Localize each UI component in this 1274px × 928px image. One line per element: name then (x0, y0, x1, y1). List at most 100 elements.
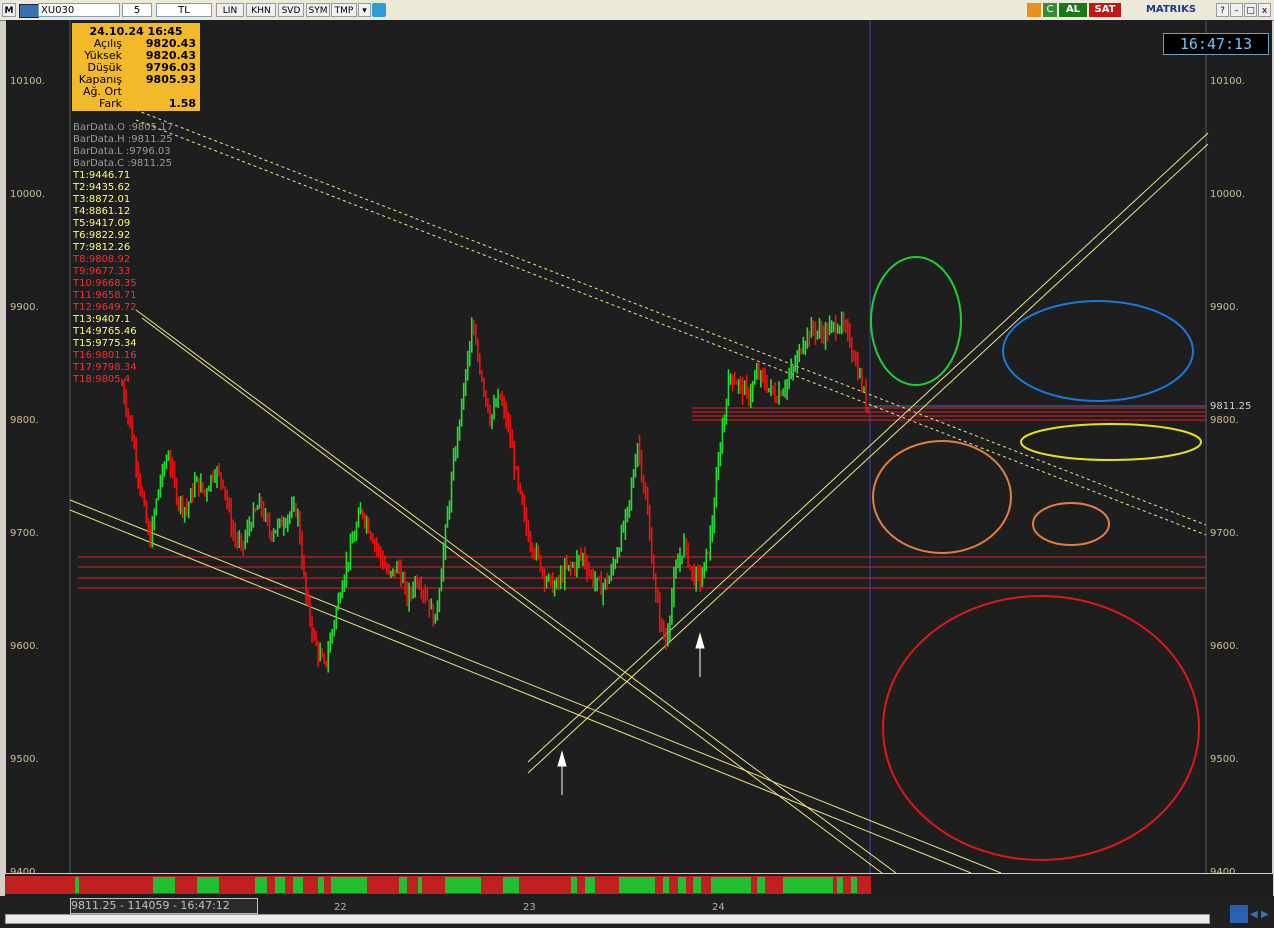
tmp-button[interactable]: TMP (331, 3, 357, 17)
date-label: 24 (712, 902, 725, 913)
arrow-icon (695, 632, 705, 677)
y-tick-label-left: 10100. (10, 76, 45, 87)
scroll-left-icon[interactable]: ◀ (1250, 910, 1260, 920)
sym-button[interactable]: SYM (306, 3, 330, 17)
buy-button[interactable]: AL (1059, 3, 1087, 17)
trend-line (527, 143, 1209, 774)
strip-segment (75, 877, 79, 893)
date-label: 23 (523, 902, 536, 913)
trendline-value: T13:9407.1 (73, 314, 131, 325)
strip-segment (837, 877, 843, 893)
trendline-value: T3:8872.01 (73, 194, 131, 205)
price-chart[interactable]: 10100. 10100. 10000. 10000. 9900. 9900. 9800. 9… (6, 20, 1272, 873)
sell-button[interactable]: SAT (1089, 3, 1121, 17)
strip-segment (445, 877, 481, 893)
blue-ellipse (1002, 300, 1194, 402)
strip-segment (783, 877, 833, 893)
strip-segment (503, 877, 519, 893)
clock: 16:47:13 (1163, 33, 1269, 55)
dropdown-icon[interactable]: ▾ (358, 3, 371, 17)
refresh-icon[interactable]: C (1043, 3, 1057, 17)
svd-button[interactable]: SVD (278, 3, 304, 17)
maximize-button[interactable]: □ (1244, 3, 1257, 17)
date-label: 22 (334, 902, 347, 913)
bardata-low: BarData.L :9796.03 (73, 146, 171, 157)
trendline-value: T12:9649.72 (73, 302, 137, 313)
y-tick-label-right: 9700. (1210, 528, 1239, 539)
trend-line (135, 309, 897, 873)
trendline-value: T18:9805.4 (73, 374, 131, 385)
infobox-label: Fark (99, 97, 122, 110)
strip-segment (678, 877, 686, 893)
y-tick-label-left: 9700. (10, 528, 39, 539)
currency-select[interactable]: TL (156, 3, 212, 17)
small-orange-ellipse (1032, 502, 1110, 546)
trendline-value: T10:9668.35 (73, 278, 137, 289)
trendline-value: T9:9677.33 (73, 266, 131, 277)
last-price-label: 9811.25 (1210, 401, 1251, 412)
trend-line (141, 317, 883, 873)
trendline-value: T2:9435.62 (73, 182, 131, 193)
y-tick-label-right: 9400. (1210, 867, 1239, 873)
trend-line (527, 132, 1209, 763)
y-tick-label-right: 9900. (1210, 302, 1239, 313)
strip-segment (399, 877, 407, 893)
help-button[interactable]: ? (1216, 3, 1229, 17)
period-select[interactable]: 5 (122, 3, 152, 17)
trendline-value: T8:9808.92 (73, 254, 131, 265)
strip-segment (757, 877, 765, 893)
arrow-icon (557, 750, 567, 795)
trendline-value: T17:9798.34 (73, 362, 137, 373)
settings-icon[interactable] (1230, 905, 1248, 923)
infobox-row: Fark 1.58 (74, 98, 198, 110)
yellow-ellipse (1020, 423, 1202, 461)
strip-segment (197, 877, 219, 893)
ohlc-infobox: 24.10.24 16:45 Açılış 9820.43 Yüksek 9820.… (72, 23, 200, 111)
y-tick-label-right: 10000. (1210, 189, 1245, 200)
trendline-value: T7:9812.26 (73, 242, 131, 253)
khn-button[interactable]: KHN (246, 3, 276, 17)
strip-segment (255, 877, 267, 893)
strip-segment (693, 877, 701, 893)
menu-button[interactable]: M (2, 3, 16, 17)
y-tick-label-right: 9500. (1210, 754, 1239, 765)
chart-icon[interactable] (1027, 3, 1041, 17)
y-tick-label-right: 9600. (1210, 641, 1239, 652)
trendline-value: T4:8861.12 (73, 206, 131, 217)
minimize-button[interactable]: – (1230, 3, 1243, 17)
lin-button[interactable]: LIN (216, 3, 244, 17)
trendline-value: T5:9417.09 (73, 218, 131, 229)
scroll-right-icon[interactable]: ▶ (1261, 910, 1271, 920)
red-ellipse (882, 595, 1200, 861)
session-strip-svg (5, 876, 871, 894)
y-tick-label-right: 10100. (1210, 76, 1245, 87)
strip-segment (711, 877, 751, 893)
chart-area[interactable]: 10100. 10100. 10000. 10000. 9900. 9900. 9800. 9… (6, 20, 1272, 873)
trendline-value: T16:9801.16 (73, 350, 137, 361)
y-tick-label-left: 9400. (10, 867, 39, 873)
bardata-close: BarData.C :9811.25 (73, 158, 173, 169)
y-tick-label-right: 9800. (1210, 415, 1239, 426)
horizontal-scrollbar[interactable] (5, 914, 1210, 924)
red-levels (78, 407, 1206, 589)
trendline-value: T15:9775.34 (73, 338, 137, 349)
bardata-high: BarData.H :9811.25 (73, 134, 173, 145)
strip-segment (293, 877, 303, 893)
session-strip (5, 874, 1273, 896)
twitter-icon[interactable] (372, 3, 386, 17)
symbol-input[interactable]: XU030 (38, 3, 120, 17)
trend-line (69, 499, 1002, 873)
strip-segment (153, 877, 175, 893)
trendline-value: T1:9446.71 (73, 170, 131, 181)
flag-icon (19, 4, 39, 18)
close-button[interactable]: x (1258, 3, 1271, 17)
trendline-value: T6:9822.92 (73, 230, 131, 241)
bardata-open: BarData.O :9805.17 (73, 122, 173, 133)
trend-lines (69, 109, 1209, 873)
green-ellipse (870, 256, 962, 386)
trendline-value: T11:9658.71 (73, 290, 137, 301)
strip-segment (851, 877, 857, 893)
y-tick-label-left: 9600. (10, 641, 39, 652)
infobox-value: 1.58 (168, 97, 196, 110)
toolbar: M XU030 5 TL LIN KHN SVD SYM TMP ▾ C AL … (0, 0, 1274, 21)
